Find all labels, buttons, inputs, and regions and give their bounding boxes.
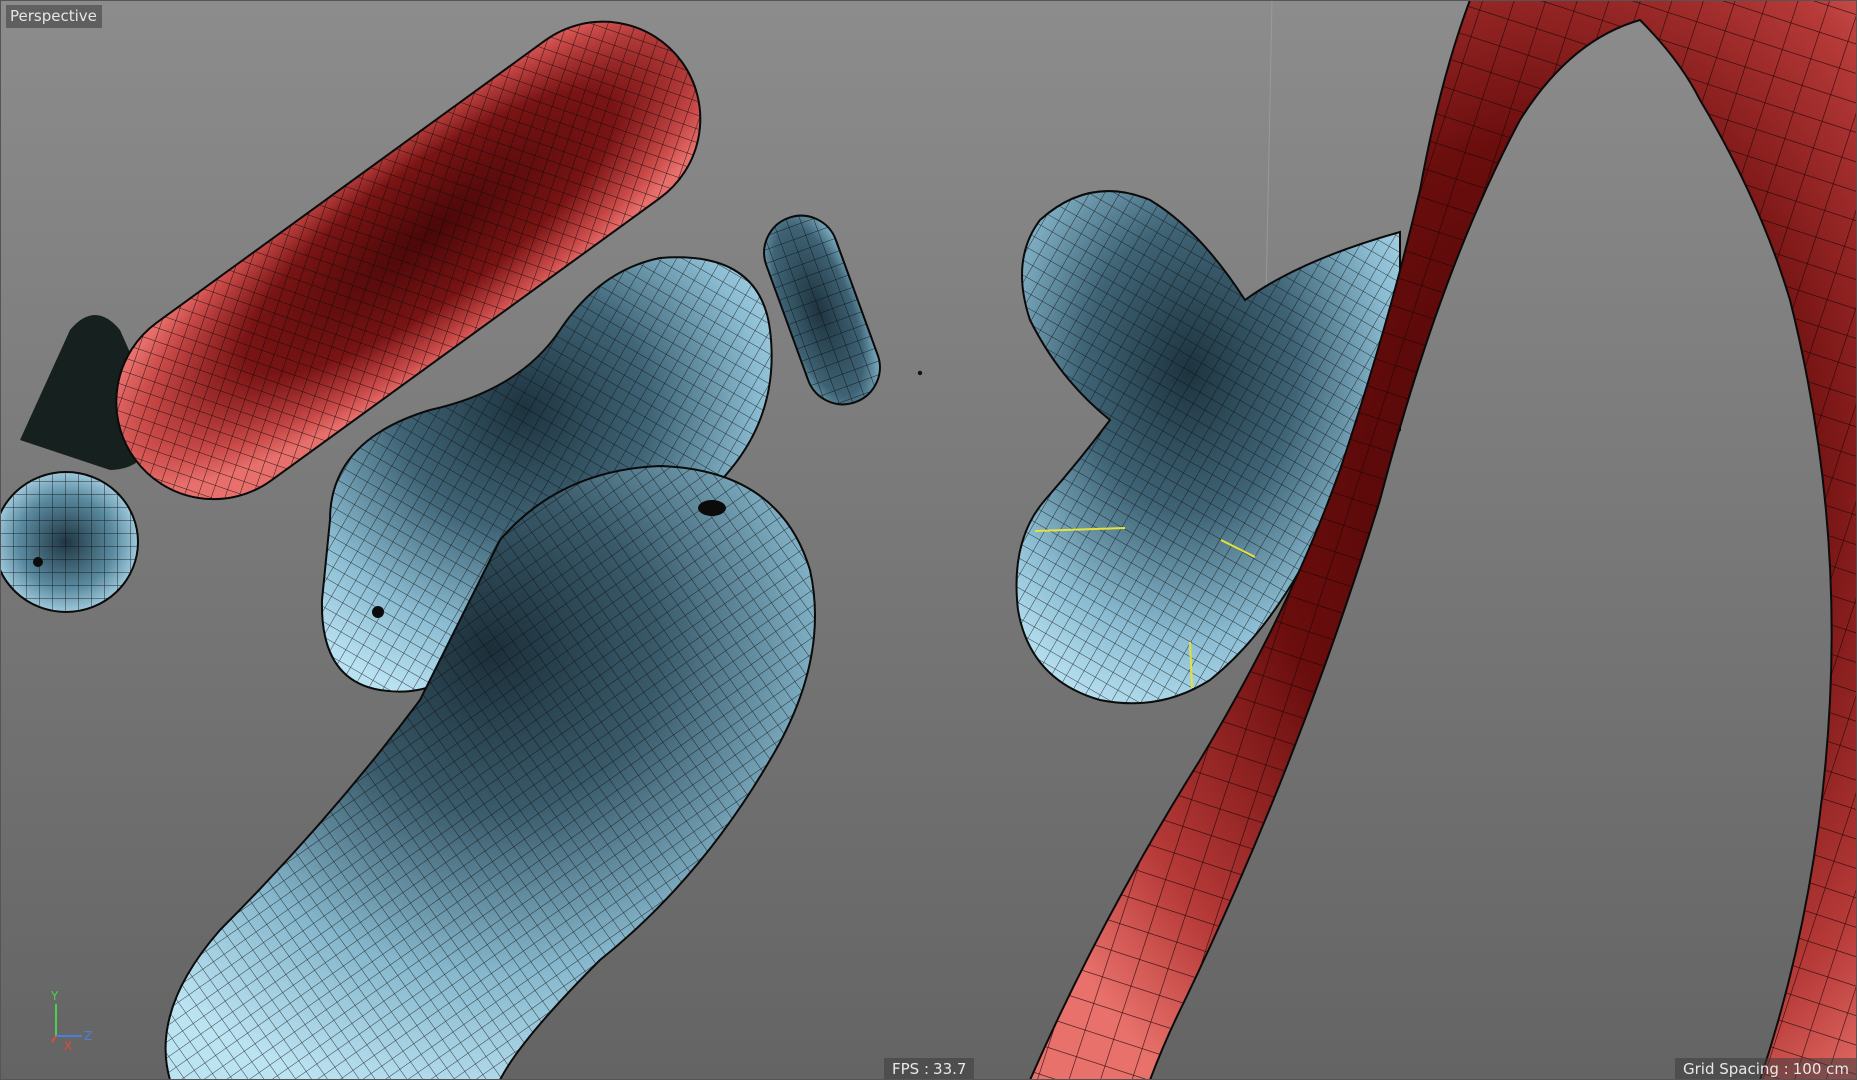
view-name-label[interactable]: Perspective (6, 5, 102, 28)
blue-bent-tube-front-object[interactable] (164, 464, 816, 1080)
axis-y-label: Y (51, 989, 59, 1003)
fps-readout: FPS :33.7 (884, 1058, 975, 1080)
scene-null-point (917, 370, 923, 376)
axis-z-label: Z (84, 1029, 93, 1043)
small-dark-pill-object[interactable] (754, 205, 891, 414)
axis-gizmo: Y Z X (44, 989, 104, 1053)
axis-x-label: X (64, 1039, 73, 1053)
3d-viewport[interactable]: Perspective Y Z X FPS :33.7 Grid Spacing… (0, 0, 1857, 1080)
fps-value: 33.7 (933, 1060, 967, 1078)
x-axis-line (51, 1035, 57, 1043)
blue-bent-tube-right-object[interactable] (1015, 190, 1401, 705)
grid-spacing-label: Grid Spacing : (1682, 1060, 1789, 1078)
grid-spacing-value: 100 cm (1792, 1060, 1849, 1078)
small-blue-sphere-object[interactable] (0, 471, 139, 613)
viewport-scene[interactable] (0, 0, 1857, 1080)
fps-label: FPS : (892, 1060, 930, 1078)
grid-spacing-readout: Grid Spacing :100 cm (1674, 1058, 1857, 1080)
